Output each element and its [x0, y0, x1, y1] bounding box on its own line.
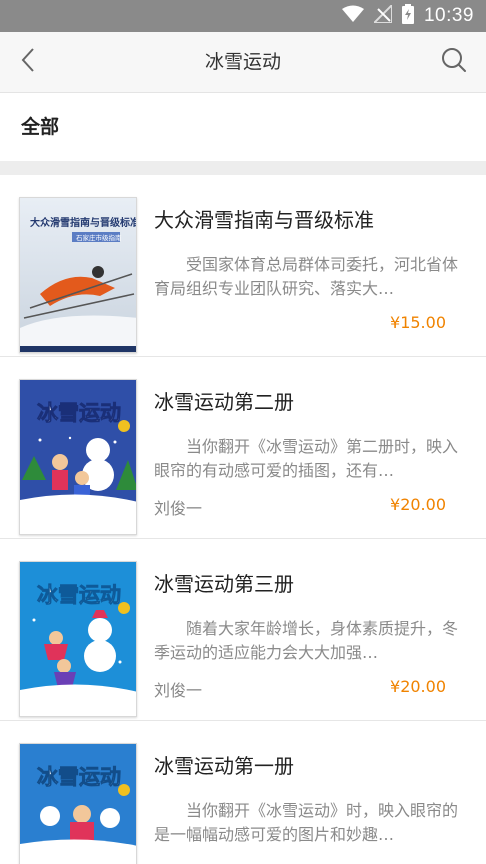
- book-author: 刘俊一: [154, 499, 203, 518]
- book-cover: 大众滑雪指南与晋级标准 石家庄市级指南: [19, 197, 137, 353]
- signal-icon: [371, 2, 393, 27]
- book-item[interactable]: 冰雪运动 冰雪运动第二册 当你翻开《冰雪运动》第二册时，映入眼帘的有动感可爱的插…: [0, 357, 486, 539]
- battery-icon: [401, 4, 414, 28]
- book-list: 大众滑雪指南与晋级标准 石家庄市级指南 大众滑雪指南与晋级标准 受国家体育总局群…: [0, 175, 486, 864]
- nav-bar: 冰雪运动: [0, 32, 486, 93]
- book-title: 冰雪运动第三册: [154, 572, 294, 596]
- wifi-icon: [341, 5, 364, 27]
- book-cover: 冰雪运动: [19, 561, 137, 717]
- book-title: 冰雪运动第一册: [154, 754, 294, 778]
- book-price: ¥15.00: [390, 313, 446, 332]
- category-bar: 全部: [0, 93, 486, 161]
- page-title: 冰雪运动: [204, 51, 281, 73]
- book-description: 当你翻开《冰雪运动》时，映入眼帘的是一幅幅动感可爱的图片和妙趣…: [154, 801, 459, 844]
- cover-title-text: 冰雪运动: [37, 765, 121, 789]
- search-icon: [441, 47, 467, 77]
- book-title: 大众滑雪指南与晋级标准: [154, 208, 374, 232]
- book-cover: 冰雪运动: [19, 743, 137, 864]
- cover-title-text: 大众滑雪指南与晋级标准: [30, 216, 137, 229]
- book-author: 刘俊一: [154, 681, 203, 700]
- book-description: 受国家体育总局群体司委托，河北省体育局组织专业团队研究、落实大…: [154, 255, 459, 298]
- svg-text:石家庄市级指南: 石家庄市级指南: [76, 233, 122, 242]
- status-time: 10:39: [423, 5, 474, 26]
- book-cover: 冰雪运动: [19, 379, 137, 535]
- category-all[interactable]: 全部: [21, 93, 59, 161]
- book-price: ¥20.00: [390, 677, 446, 696]
- book-item[interactable]: 冰雪运动 冰雪运动第三册 随着大家年龄增长，身体素质提升，冬季运动的适应能力会大…: [0, 539, 486, 721]
- book-title: 冰雪运动第二册: [154, 390, 294, 414]
- search-button[interactable]: [436, 44, 472, 80]
- book-description: 随着大家年龄增长，身体素质提升，冬季运动的适应能力会大大加强…: [154, 619, 459, 662]
- section-divider: [0, 161, 486, 175]
- cover-title-text: 冰雪运动: [37, 401, 121, 425]
- cover-title-text: 冰雪运动: [37, 583, 121, 607]
- book-price: ¥20.00: [390, 495, 446, 514]
- book-description: 当你翻开《冰雪运动》第二册时，映入眼帘的有动感可爱的插图，还有…: [154, 437, 459, 480]
- status-bar: 10:39: [0, 0, 486, 32]
- book-item[interactable]: 大众滑雪指南与晋级标准 石家庄市级指南 大众滑雪指南与晋级标准 受国家体育总局群…: [0, 175, 486, 357]
- book-item[interactable]: 冰雪运动 冰雪运动第一册 当你翻开《冰雪运动》时，映入眼帘的是一幅幅动感可爱的图…: [0, 721, 486, 864]
